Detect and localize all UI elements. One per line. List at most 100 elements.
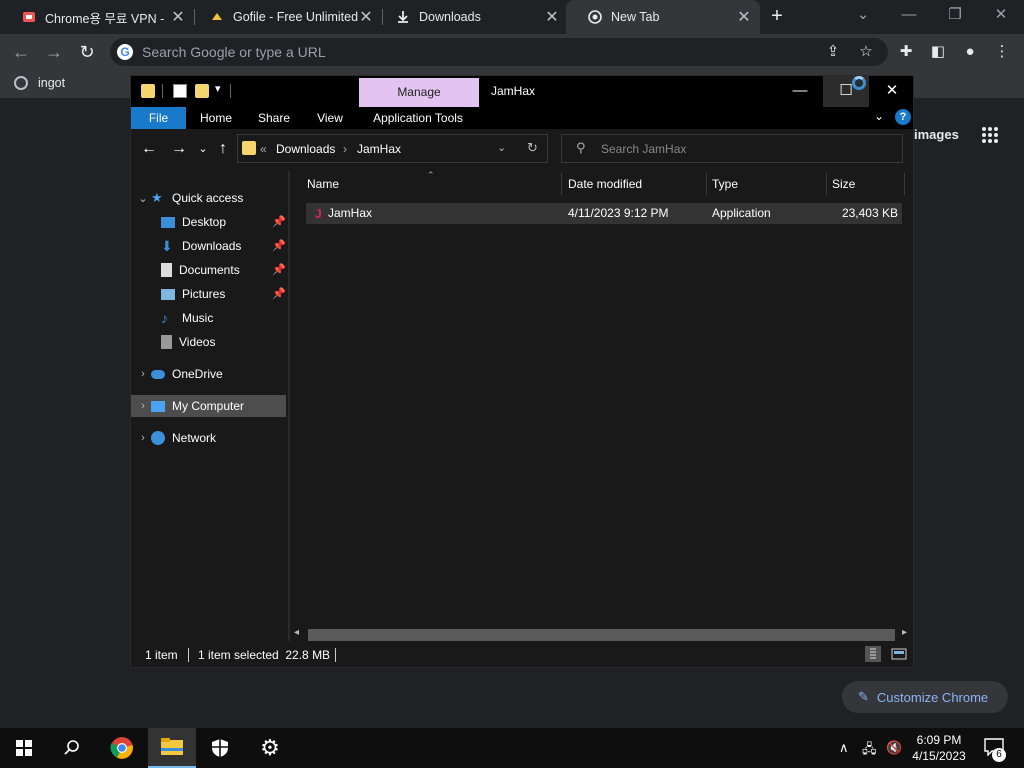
nav-label: Music xyxy=(182,311,214,325)
ribbon-tab-file[interactable]: File xyxy=(131,107,186,129)
shield-icon xyxy=(212,739,228,757)
tab-gofile[interactable]: Gofile - Free Unlimited ✕ xyxy=(188,0,382,34)
star-icon[interactable]: ☆ xyxy=(856,42,876,62)
pin-icon: 📌 xyxy=(272,288,286,300)
scroll-left-icon[interactable]: ◂ xyxy=(294,627,299,638)
menu-icon[interactable]: ⋮ xyxy=(992,42,1012,62)
close-icon[interactable]: ✕ xyxy=(170,7,186,27)
back-arrow-icon[interactable]: ← xyxy=(10,41,32,63)
taskbar-file-explorer[interactable] xyxy=(148,728,196,768)
profile-icon[interactable]: ● xyxy=(960,42,980,62)
nav-downloads[interactable]: ⬇ Downloads 📌 xyxy=(131,235,286,257)
omnibox-input[interactable] xyxy=(142,41,802,63)
nav-label: OneDrive xyxy=(172,367,223,381)
folder-icon xyxy=(161,738,183,755)
forward-arrow-icon[interactable]: → xyxy=(169,139,189,159)
extensions-icon[interactable]: ✚ xyxy=(896,42,916,62)
column-header-date-modified[interactable]: Date modified xyxy=(568,172,642,196)
properties-icon[interactable] xyxy=(173,84,187,98)
tab-vpn[interactable]: Chrome용 무료 VPN - ✕ xyxy=(0,0,194,34)
network-tray-icon[interactable]: 🖧 xyxy=(862,740,877,762)
manage-tab[interactable]: Manage xyxy=(359,78,479,107)
chevron-down-icon[interactable]: ⌄ xyxy=(874,109,884,123)
large-icons-view-icon[interactable] xyxy=(891,646,907,662)
breadcrumb-downloads[interactable]: Downloads xyxy=(276,142,335,156)
new-folder-icon[interactable] xyxy=(195,84,209,98)
images-link[interactable]: images xyxy=(914,127,959,142)
refresh-icon[interactable]: ↻ xyxy=(527,140,538,156)
column-divider[interactable] xyxy=(561,173,562,195)
divider xyxy=(230,84,231,98)
nav-quick-access[interactable]: ⌄ ★ Quick access xyxy=(131,187,286,209)
help-icon[interactable]: ? xyxy=(895,109,911,125)
details-view-icon[interactable] xyxy=(865,646,881,662)
close-icon[interactable]: ✕ xyxy=(358,7,374,27)
file-name[interactable]: JamHax xyxy=(328,206,372,220)
column-header-type[interactable]: Type xyxy=(712,172,738,196)
back-arrow-icon[interactable]: ← xyxy=(139,139,159,159)
windows-logo-icon xyxy=(16,740,32,756)
pane-splitter[interactable] xyxy=(288,171,290,641)
document-icon xyxy=(161,263,172,277)
up-arrow-icon[interactable]: ↑ xyxy=(213,139,233,159)
scrollbar-thumb[interactable] xyxy=(308,629,895,641)
share-icon[interactable]: ⇪ xyxy=(823,42,843,62)
tab-search-icon[interactable]: ⌄ xyxy=(840,0,886,32)
ribbon-tab-view[interactable]: View xyxy=(307,107,353,129)
ribbon-tab-share[interactable]: Share xyxy=(251,107,297,129)
customize-qat-icon[interactable]: ▾ xyxy=(215,82,221,95)
column-header-size[interactable]: Size xyxy=(832,172,855,196)
taskbar-clock[interactable]: 6:09 PM 4/15/2023 xyxy=(904,732,974,764)
column-divider[interactable] xyxy=(706,173,707,195)
taskbar-settings[interactable]: ⚙ xyxy=(246,728,294,768)
nav-desktop[interactable]: Desktop 📌 xyxy=(131,211,286,233)
scroll-right-icon[interactable]: ▸ xyxy=(902,627,907,638)
address-overflow[interactable]: « xyxy=(260,142,267,156)
nav-my-computer[interactable]: › My Computer xyxy=(131,395,286,417)
column-header-name[interactable]: Name xyxy=(307,172,339,196)
file-date: 4/11/2023 9:12 PM xyxy=(568,206,669,220)
search-button[interactable] xyxy=(48,728,96,768)
nav-label: Desktop xyxy=(182,215,227,229)
nav-videos[interactable]: Videos xyxy=(131,331,286,353)
volume-muted-icon[interactable]: 🔇 xyxy=(886,740,902,756)
minimize-icon[interactable]: — xyxy=(886,0,932,32)
forward-arrow-icon[interactable]: → xyxy=(43,41,65,63)
tab-downloads[interactable]: Downloads ✕ xyxy=(374,0,568,34)
nav-pictures[interactable]: Pictures 📌 xyxy=(131,283,286,305)
start-button[interactable] xyxy=(0,728,48,768)
close-window-icon[interactable]: ✕ xyxy=(978,0,1024,32)
bookmark-ingot[interactable]: ingot xyxy=(14,76,65,90)
close-icon[interactable]: ✕ xyxy=(544,7,560,27)
chevron-down-icon[interactable]: ⌄ xyxy=(497,141,506,154)
side-panel-icon[interactable]: ◧ xyxy=(928,42,948,62)
nav-onedrive[interactable]: › OneDrive xyxy=(131,363,286,385)
close-icon[interactable]: ✕ xyxy=(869,76,915,107)
apps-grid-icon[interactable] xyxy=(982,127,998,143)
ribbon-tab-application-tools[interactable]: Application Tools xyxy=(363,107,473,129)
close-icon[interactable]: ✕ xyxy=(736,7,752,27)
reload-icon[interactable]: ↻ xyxy=(76,41,98,63)
column-divider[interactable] xyxy=(904,173,905,195)
nav-network[interactable]: › Network xyxy=(131,427,286,449)
clock-time: 6:09 PM xyxy=(916,733,962,747)
search-input[interactable] xyxy=(601,140,891,158)
nav-label: My Computer xyxy=(172,399,245,413)
tab-new-tab[interactable]: New Tab ✕ xyxy=(566,0,760,34)
recent-locations-icon[interactable]: ⌄ xyxy=(193,139,213,159)
customize-chrome-button[interactable]: ✎ Customize Chrome xyxy=(842,681,1008,713)
ribbon-tab-home[interactable]: Home xyxy=(193,107,239,129)
minimize-icon[interactable]: — xyxy=(777,76,823,107)
restore-icon[interactable]: ❐ xyxy=(932,0,978,32)
nav-music[interactable]: ♪ Music xyxy=(131,307,286,329)
chevron-right-icon: › xyxy=(141,432,145,444)
breadcrumb-jamhax[interactable]: JamHax xyxy=(357,142,401,156)
chevron-up-icon[interactable]: ∧ xyxy=(839,740,849,756)
nav-label: Pictures xyxy=(182,287,226,301)
taskbar-security[interactable] xyxy=(196,728,244,768)
column-divider[interactable] xyxy=(826,173,827,195)
new-tab-button[interactable]: + xyxy=(766,5,788,27)
nav-documents[interactable]: Documents 📌 xyxy=(131,259,286,281)
bookmark-label: ingot xyxy=(38,76,66,90)
taskbar-chrome[interactable] xyxy=(98,728,146,768)
